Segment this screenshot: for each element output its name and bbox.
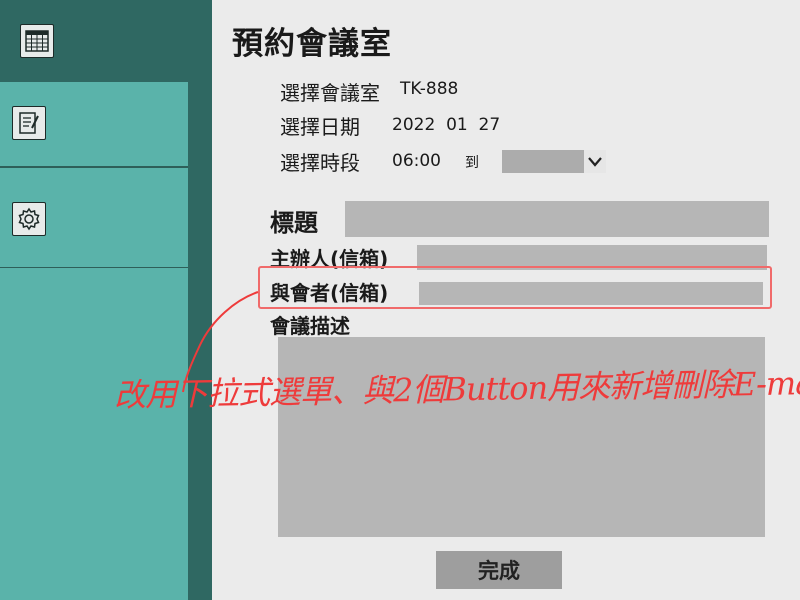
annotation-connector-line [182,291,259,393]
